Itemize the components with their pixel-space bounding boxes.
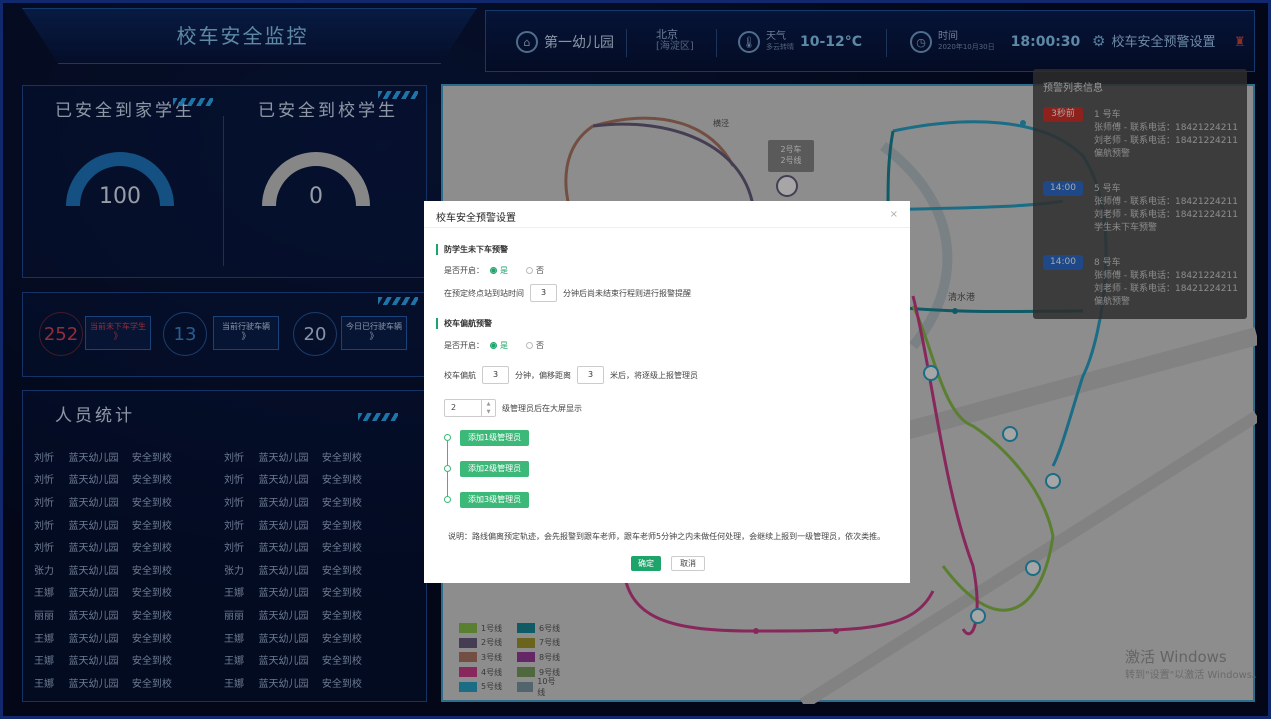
close-icon[interactable]: × <box>890 209 898 220</box>
unloaded-no-radio[interactable]: 否 <box>526 265 544 276</box>
deviation-mid: 分钟，偏移距离 <box>515 370 571 380</box>
level-suffix: 级管理员后在大屏显示 <box>502 403 582 413</box>
deviation-yes-radio[interactable]: 是 <box>490 340 508 351</box>
radio-label: 否 <box>536 266 544 275</box>
radio-label: 是 <box>500 266 508 275</box>
radio-label: 是 <box>500 341 508 350</box>
deviation-meters-input[interactable]: 3 <box>577 366 604 384</box>
unloaded-time-row: 在预定终点站到站时间 3 分钟后尚未结束行程则进行报警提醒 <box>444 284 691 302</box>
time-suffix: 分钟后尚未结束行程则进行报警提醒 <box>563 288 691 298</box>
admin-level-stepper[interactable]: 2 ▲ ▼ <box>444 399 496 417</box>
stepper-arrows-icon[interactable]: ▲ ▼ <box>481 400 495 416</box>
dialog-title: 校车安全预警设置 <box>424 201 910 228</box>
deviation-minutes-input[interactable]: 3 <box>482 366 509 384</box>
section-deviation: 校车偏航预警 <box>436 318 492 329</box>
radio-dot <box>526 267 533 274</box>
alert-settings-dialog: 校车安全预警设置 × 防学生未下车预警 是否开启： 是 否 在预定终点站到站时间… <box>424 201 910 583</box>
unloaded-enable-row: 是否开启： 是 否 <box>444 265 544 276</box>
unloaded-minutes-input[interactable]: 3 <box>530 284 557 302</box>
timeline-dot <box>444 496 451 503</box>
level-row: 2 ▲ ▼ 级管理员后在大屏显示 <box>444 399 582 417</box>
cancel-button[interactable]: 取消 <box>671 556 705 571</box>
add-level2-admin-button[interactable]: 添加2级管理员 <box>460 461 530 477</box>
deviation-params-row: 校车偏航 3 分钟，偏移距离 3 米后，将逐级上报管理员 <box>444 366 698 384</box>
radio-label: 否 <box>536 341 544 350</box>
radio-dot <box>490 342 497 349</box>
deviation-enable-row: 是否开启： 是 否 <box>444 340 544 351</box>
enable-label: 是否开启： <box>444 266 484 275</box>
deviation-suffix: 米后，将逐级上报管理员 <box>610 370 698 380</box>
stepper-value: 2 <box>451 403 457 412</box>
unloaded-yes-radio[interactable]: 是 <box>490 265 508 276</box>
add-level3-admin-button[interactable]: 添加3级管理员 <box>460 492 530 508</box>
section-unloaded: 防学生未下车预警 <box>436 244 508 255</box>
enable-label: 是否开启： <box>444 341 484 350</box>
add-level1-admin-button[interactable]: 添加1级管理员 <box>460 430 530 446</box>
time-prefix: 在预定终点站到站时间 <box>444 288 524 298</box>
timeline-dot <box>444 465 451 472</box>
confirm-button[interactable]: 确定 <box>631 556 661 571</box>
deviation-prefix: 校车偏航 <box>444 370 476 380</box>
dialog-note: 说明：路线偏离预定轨迹，会先报警到跟车老师，跟车老师5分钟之内未做任何处理，会继… <box>448 532 886 541</box>
deviation-no-radio[interactable]: 否 <box>526 340 544 351</box>
radio-dot <box>490 267 497 274</box>
radio-dot <box>526 342 533 349</box>
timeline-dot <box>444 434 451 441</box>
